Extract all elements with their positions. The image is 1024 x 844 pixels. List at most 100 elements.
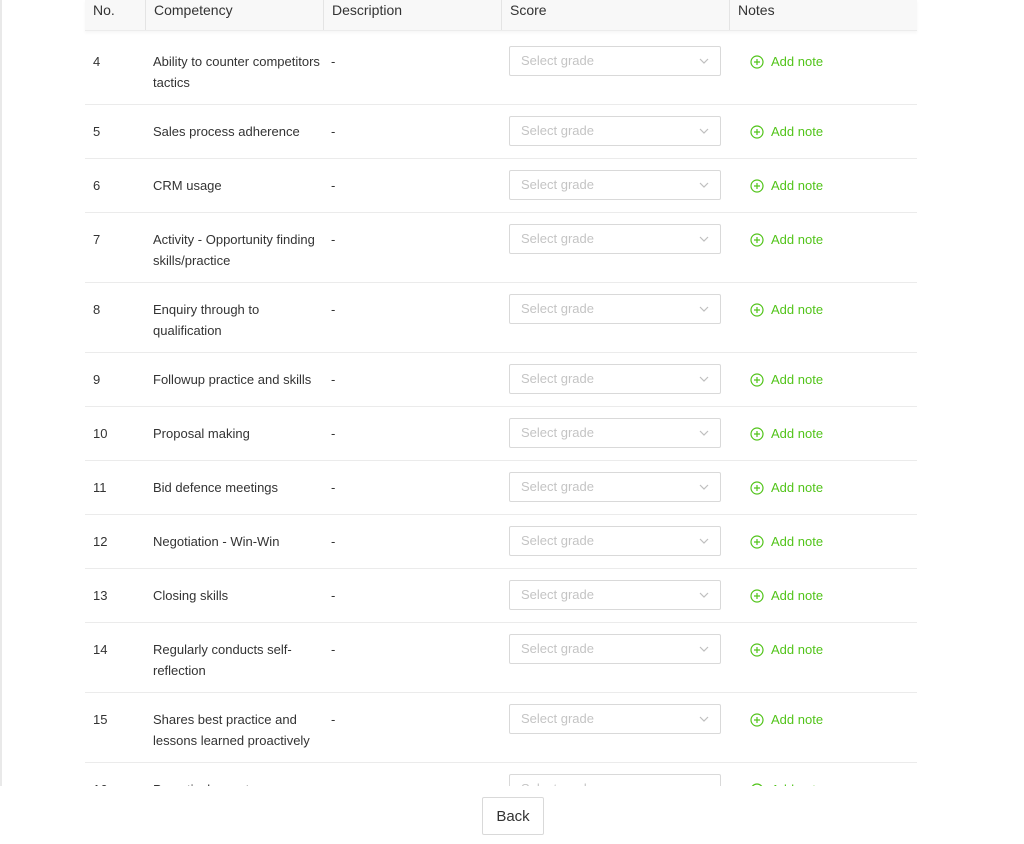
plus-circle-icon	[750, 124, 764, 139]
row-competency: Shares best practice and lessons learned…	[153, 712, 310, 748]
add-note-label: Add note	[771, 480, 824, 495]
score-select[interactable]: Select grade	[509, 46, 721, 76]
add-note-button[interactable]: Add note	[750, 175, 823, 196]
add-note-button[interactable]: Add note	[750, 709, 823, 730]
score-select[interactable]: Select grade	[509, 364, 721, 394]
header-score: Score	[501, 0, 729, 30]
add-note-button[interactable]: Add note	[750, 121, 823, 142]
plus-circle-icon	[750, 642, 764, 657]
table-row: 14 Regularly conducts self-reflection - Sel…	[85, 623, 917, 693]
plus-circle-icon	[750, 372, 764, 387]
row-number: 5	[93, 124, 101, 139]
add-note-button[interactable]: Add note	[750, 779, 823, 786]
table-row: 7 Activity - Opportunity finding skills/p…	[85, 213, 917, 283]
score-select-placeholder: Select grade	[521, 231, 594, 246]
row-number: 6	[93, 178, 101, 193]
add-note-button[interactable]: Add note	[750, 299, 823, 320]
plus-circle-icon	[750, 426, 764, 441]
row-description: -	[331, 54, 336, 69]
row-number: 13	[93, 588, 108, 603]
header-notes: Notes	[729, 0, 917, 30]
row-competency: Closing skills	[153, 588, 229, 603]
score-select-placeholder: Select grade	[521, 425, 594, 440]
score-select-placeholder: Select grade	[521, 641, 594, 656]
add-note-button[interactable]: Add note	[750, 531, 823, 552]
row-competency: Negotiation - Win-Win	[153, 534, 280, 549]
row-description: -	[331, 712, 336, 727]
score-select[interactable]: Select grade	[509, 224, 721, 254]
chevron-down-icon	[699, 592, 709, 598]
add-note-button[interactable]: Add note	[750, 639, 823, 660]
score-select[interactable]: Select grade	[509, 634, 721, 664]
table-row: 8 Enquiry through to qualification - Select…	[85, 283, 917, 353]
score-select[interactable]: Select grade	[509, 170, 721, 200]
chevron-down-icon	[699, 306, 709, 312]
table-row: 5 Sales process adherence - Select grade Add…	[85, 105, 917, 159]
chevron-down-icon	[699, 430, 709, 436]
add-note-button[interactable]: Add note	[750, 585, 823, 606]
row-number: 15	[93, 712, 108, 727]
chevron-down-icon	[699, 182, 709, 188]
score-select[interactable]: Select grade	[509, 294, 721, 324]
add-note-label: Add note	[771, 534, 824, 549]
row-competency: Bid defence meetings	[153, 480, 279, 495]
score-select-placeholder: Select grade	[521, 53, 594, 68]
score-select[interactable]: Select grade	[509, 418, 721, 448]
add-note-button[interactable]: Add note	[750, 477, 823, 498]
table-row: 15 Shares best practice and lessons learn…	[85, 693, 917, 763]
plus-circle-icon	[750, 54, 764, 69]
add-note-label: Add note	[771, 124, 824, 139]
row-competency: Enquiry through to qualification	[153, 302, 260, 338]
row-competency: Proposal making	[153, 426, 250, 441]
table-row: 12 Negotiation - Win-Win - Select grade Add …	[85, 515, 917, 569]
table-row: 16 Proactively mentors new - Select grade Ad…	[85, 763, 917, 786]
plus-circle-icon	[750, 534, 764, 549]
table-row: 6 CRM usage - Select grade Add note	[85, 159, 917, 213]
table-header: No. Competency Description Score Notes	[85, 0, 917, 31]
add-note-button[interactable]: Add note	[750, 51, 823, 72]
row-competency: Activity - Opportunity finding skills/pr…	[153, 232, 315, 268]
table-row: 11 Bid defence meetings - Select grade Add n…	[85, 461, 917, 515]
score-select[interactable]: Select grade	[509, 704, 721, 734]
row-description: -	[331, 426, 336, 441]
chevron-down-icon	[699, 484, 709, 490]
row-description: -	[331, 372, 336, 387]
chevron-down-icon	[699, 538, 709, 544]
row-competency: Regularly conducts self-reflection	[153, 642, 292, 678]
score-select[interactable]: Select grade	[509, 116, 721, 146]
row-description: -	[331, 779, 335, 786]
row-number: 14	[93, 642, 108, 657]
row-number: 9	[93, 372, 101, 387]
plus-circle-icon	[750, 480, 764, 495]
header-description: Description	[323, 0, 501, 30]
row-description: -	[331, 534, 336, 549]
row-description: -	[331, 480, 336, 495]
plus-circle-icon	[750, 178, 764, 193]
add-note-label: Add note	[771, 426, 824, 441]
plus-circle-icon	[750, 712, 764, 727]
plus-circle-icon	[750, 302, 764, 317]
row-competency: Sales process adherence	[153, 124, 300, 139]
add-note-button[interactable]: Add note	[750, 229, 823, 250]
score-select-placeholder: Select grade	[521, 177, 594, 192]
score-select[interactable]: Select grade	[509, 774, 721, 786]
row-description: -	[331, 642, 336, 657]
row-number: 11	[93, 480, 107, 495]
score-select[interactable]: Select grade	[509, 526, 721, 556]
add-note-button[interactable]: Add note	[750, 423, 823, 444]
chevron-down-icon	[699, 646, 709, 652]
score-select[interactable]: Select grade	[509, 472, 721, 502]
score-select[interactable]: Select grade	[509, 580, 721, 610]
header-competency: Competency	[145, 0, 323, 30]
back-button[interactable]: Back	[482, 797, 544, 835]
score-select-placeholder: Select grade	[521, 479, 594, 494]
competency-table-scroll-area[interactable]: No. Competency Description Score Notes 4…	[0, 0, 1024, 786]
chevron-down-icon	[699, 716, 709, 722]
score-select-placeholder: Select grade	[521, 301, 594, 316]
score-select-placeholder: Select grade	[521, 123, 594, 138]
table-row: 13 Closing skills - Select grade Add note	[85, 569, 917, 623]
add-note-button[interactable]: Add note	[750, 369, 823, 390]
plus-circle-icon	[750, 232, 764, 247]
row-competency: CRM usage	[153, 178, 222, 193]
row-competency: Ability to counter competitors tactics	[153, 54, 320, 90]
